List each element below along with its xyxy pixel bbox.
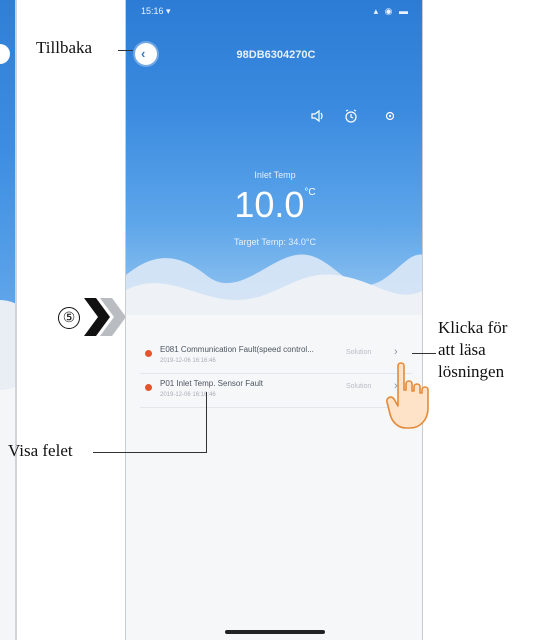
- view-fault-line-h: [93, 452, 206, 453]
- phone-screen: 15:16 ▾ ▴ ◉ ▬ ‹ 98DB6304270C Inlet Temp …: [125, 0, 423, 640]
- step-number: ⑤: [58, 307, 80, 329]
- back-arrow-icon: ‹: [141, 46, 146, 61]
- click-annotation-line3: lösningen: [438, 362, 505, 381]
- status-time: 15:16 ▾: [141, 6, 171, 16]
- inlet-temp-number: 10.0: [234, 184, 305, 225]
- pointing-hand-icon: [386, 362, 429, 429]
- fault-list: E081 Communication Fault(speed control..…: [140, 340, 412, 408]
- fault-alert-icon: [145, 350, 152, 357]
- inlet-temp-value: 10.0°C: [126, 184, 422, 226]
- previous-screen-frame: [15, 0, 17, 640]
- device-id-title: 98DB6304270C: [236, 49, 316, 61]
- inlet-temp-unit: °C: [304, 187, 316, 198]
- fault-time: 2019-12-06 16:16:46: [160, 358, 216, 364]
- click-annotation-line1: Klicka för: [438, 318, 508, 337]
- alarm-clock-icon[interactable]: [343, 108, 359, 124]
- speaker-icon[interactable]: [310, 108, 326, 124]
- chevron-right-icon[interactable]: ›: [394, 346, 398, 358]
- view-fault-annotation: Visa felet: [8, 441, 73, 460]
- back-button[interactable]: ‹: [135, 43, 157, 65]
- fault-title: E081 Communication Fault(speed control..…: [160, 345, 314, 354]
- header-wave-decoration: [126, 254, 422, 330]
- gear-icon[interactable]: [382, 108, 398, 124]
- solution-link[interactable]: Solution: [346, 383, 371, 390]
- solution-link[interactable]: Solution: [346, 349, 371, 356]
- status-icons: ▴ ◉ ▬: [373, 6, 410, 16]
- view-fault-line-v: [206, 392, 207, 453]
- back-annotation: Tillbaka: [36, 38, 93, 57]
- previous-screen-fragment: [0, 0, 17, 640]
- back-annotation-line: [118, 50, 133, 51]
- next-step-arrows-icon: [84, 298, 126, 336]
- fault-row[interactable]: E081 Communication Fault(speed control..…: [140, 340, 412, 374]
- inlet-temp-label: Inlet Temp: [254, 170, 296, 180]
- click-annotation-line: [412, 353, 436, 354]
- click-annotation-line2: att läsa: [438, 340, 486, 359]
- fault-title: P01 Inlet Temp. Sensor Fault: [160, 379, 264, 388]
- fault-alert-icon: [145, 384, 152, 391]
- fault-time: 2019-12-06 16:16:46: [160, 392, 216, 398]
- fault-row[interactable]: P01 Inlet Temp. Sensor Fault 2019-12-06 …: [140, 374, 412, 408]
- home-indicator: [225, 630, 325, 634]
